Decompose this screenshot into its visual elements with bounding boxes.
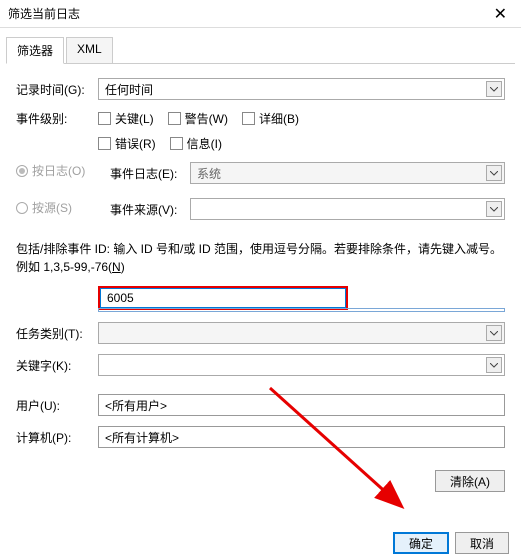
log-time-value: 任何时间: [105, 81, 153, 98]
tab-xml[interactable]: XML: [66, 37, 113, 64]
close-icon[interactable]: ✕: [488, 4, 513, 24]
cancel-button[interactable]: 取消: [455, 532, 509, 554]
checkbox-icon: [242, 112, 255, 125]
chevron-down-icon: [486, 357, 502, 373]
event-level-label: 事件级别:: [16, 110, 98, 127]
checkbox-verbose-label: 详细(B): [259, 110, 299, 127]
keywords-select[interactable]: [98, 354, 505, 376]
checkbox-error-label: 错误(R): [115, 135, 156, 152]
event-log-select[interactable]: 系统: [190, 162, 505, 184]
radio-by-source[interactable]: 按源(S): [16, 199, 98, 216]
radio-by-source-label: 按源(S): [32, 199, 72, 216]
radio-icon: [16, 165, 28, 177]
user-label: 用户(U):: [16, 397, 98, 414]
user-input[interactable]: [98, 394, 505, 416]
checkbox-icon: [168, 112, 181, 125]
checkbox-warning-label: 警告(W): [185, 110, 228, 127]
event-source-select[interactable]: [190, 198, 505, 220]
computer-input[interactable]: [98, 426, 505, 448]
checkbox-icon: [170, 137, 183, 150]
tab-filter[interactable]: 筛选器: [6, 37, 64, 64]
checkbox-info[interactable]: 信息(I): [170, 135, 222, 152]
chevron-down-icon: [486, 81, 502, 97]
radio-by-log[interactable]: 按日志(O): [16, 162, 98, 179]
task-category-label: 任务类别(T):: [16, 325, 98, 342]
log-time-select[interactable]: 任何时间: [98, 78, 505, 100]
chevron-down-icon: [486, 325, 502, 341]
radio-by-log-label: 按日志(O): [32, 162, 85, 179]
event-id-hint: 包括/排除事件 ID: 输入 ID 号和/或 ID 范围，使用逗号分隔。若要排除…: [16, 240, 505, 276]
radio-icon: [16, 202, 28, 214]
tab-filter-label: 筛选器: [17, 44, 53, 58]
tab-bar: 筛选器 XML: [6, 36, 515, 64]
event-id-input[interactable]: [100, 288, 346, 308]
log-time-label: 记录时间(G):: [16, 81, 98, 98]
tab-xml-label: XML: [77, 42, 102, 56]
chevron-down-icon: [486, 165, 502, 181]
checkbox-critical[interactable]: 关键(L): [98, 110, 154, 127]
titlebar: 筛选当前日志 ✕: [0, 0, 521, 28]
checkbox-critical-label: 关键(L): [115, 110, 154, 127]
checkbox-verbose[interactable]: 详细(B): [242, 110, 299, 127]
event-log-value: 系统: [197, 165, 221, 182]
filter-pane: 记录时间(G): 任何时间 事件级别: 关键(L) 警告(W): [0, 64, 521, 466]
window-title: 筛选当前日志: [8, 5, 488, 22]
checkbox-icon: [98, 137, 111, 150]
computer-label: 计算机(P):: [16, 429, 98, 446]
checkbox-warning[interactable]: 警告(W): [168, 110, 228, 127]
keywords-label: 关键字(K):: [16, 357, 98, 374]
event-id-highlight: [98, 286, 348, 310]
event-log-label: 事件日志(E):: [110, 165, 190, 182]
dialog-buttons: 确定 取消: [0, 526, 521, 560]
task-category-select[interactable]: [98, 322, 505, 344]
event-source-label: 事件来源(V):: [110, 201, 190, 218]
checkbox-icon: [98, 112, 111, 125]
chevron-down-icon: [486, 201, 502, 217]
ok-button[interactable]: 确定: [393, 532, 449, 554]
checkbox-error[interactable]: 错误(R): [98, 135, 156, 152]
clear-button[interactable]: 清除(A): [435, 470, 505, 492]
checkbox-info-label: 信息(I): [187, 135, 222, 152]
